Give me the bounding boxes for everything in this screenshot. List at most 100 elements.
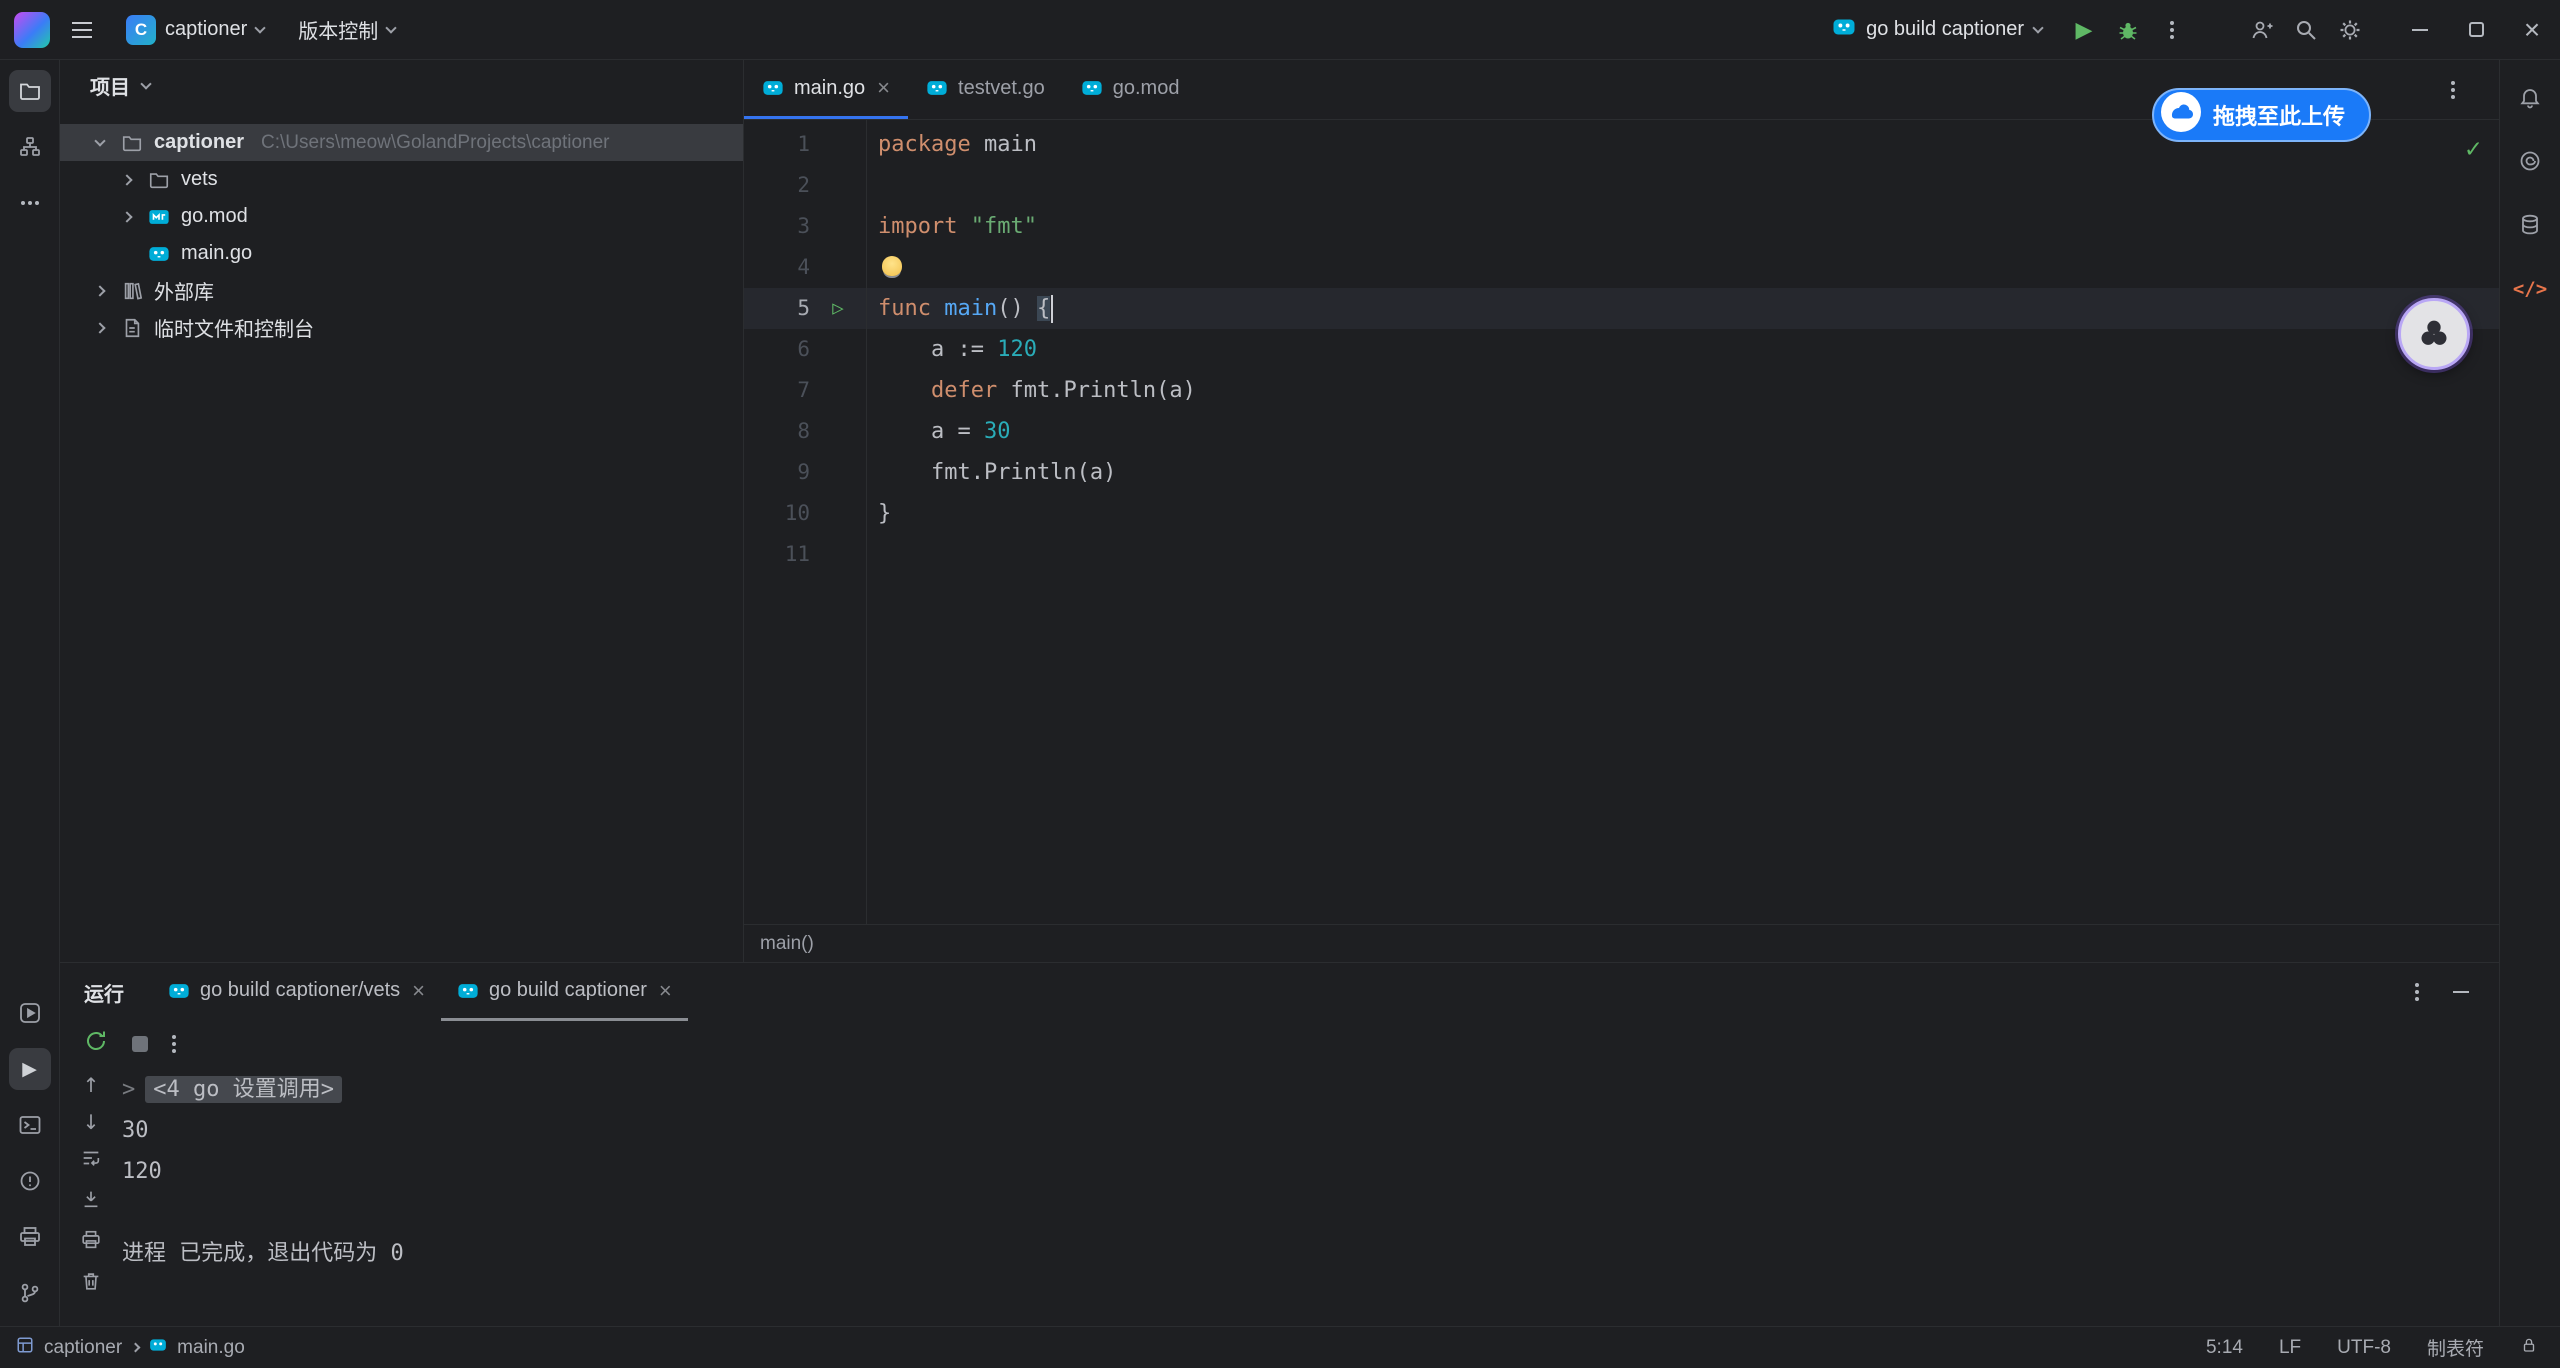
line-separator[interactable]: LF	[2279, 1337, 2301, 1359]
run-tab-go build captioner[interactable]: go build captioner×	[441, 963, 688, 1021]
maximize-button[interactable]	[2448, 2, 2504, 58]
tree-item-vets[interactable]: vets	[60, 161, 743, 198]
upload-drop-button[interactable]: 拖拽至此上传	[2152, 88, 2371, 142]
lock-icon[interactable]	[2520, 1336, 2538, 1360]
project-name: captioner	[165, 18, 247, 41]
statusbar-project[interactable]: captioner	[44, 1337, 122, 1359]
run-more-icon[interactable]	[172, 1042, 176, 1046]
floating-widget[interactable]	[2398, 298, 2470, 370]
project-panel-header[interactable]: 项目	[60, 60, 743, 110]
problems-icon	[18, 1169, 42, 1193]
chevron-right-icon[interactable]	[117, 176, 137, 184]
vcs-tool-button[interactable]	[9, 1272, 51, 1314]
vcs-menu[interactable]: 版本控制	[286, 9, 407, 50]
menu-icon[interactable]	[60, 10, 104, 50]
problems-tool-button[interactable]	[9, 1160, 51, 1202]
tree-item-main.go[interactable]: main.go	[60, 235, 743, 272]
close-icon: ×	[2524, 16, 2540, 44]
code-line[interactable]: 3import "fmt"	[744, 206, 2499, 247]
code-line[interactable]: 4	[744, 247, 2499, 288]
close-icon[interactable]: ×	[412, 978, 425, 1004]
close-icon[interactable]: ×	[659, 978, 672, 1004]
tree-item-临时文件和控制台[interactable]: 临时文件和控制台	[60, 309, 743, 346]
project-selector[interactable]: C captioner	[114, 9, 276, 51]
line-number: 3	[744, 206, 810, 247]
tree-item-go.mod[interactable]: go.mod	[60, 198, 743, 235]
code-line[interactable]: 10}	[744, 493, 2499, 534]
add-user-button[interactable]	[2240, 10, 2284, 50]
inspection-check-icon[interactable]: ✓	[2465, 134, 2481, 164]
structure-tool-button[interactable]	[9, 126, 51, 168]
tree-item-captioner[interactable]: captionerC:\Users\meow\GolandProjects\ca…	[60, 124, 743, 161]
notifications-button[interactable]	[2509, 76, 2551, 118]
trash-icon[interactable]	[80, 1270, 102, 1298]
run-options-icon[interactable]	[2415, 990, 2419, 994]
build-tool-button[interactable]	[9, 1216, 51, 1258]
close-button[interactable]: ×	[2504, 2, 2560, 58]
code-preview-button[interactable]: </>	[2509, 268, 2551, 310]
run-configuration-selector[interactable]: go build captioner	[1820, 9, 2054, 51]
file-encoding[interactable]: UTF-8	[2337, 1337, 2391, 1359]
chevron-down-icon[interactable]	[90, 137, 110, 148]
code-line[interactable]: 11	[744, 534, 2499, 575]
indent-style[interactable]: 制表符	[2427, 1334, 2484, 1361]
close-icon[interactable]: ×	[877, 75, 890, 101]
lightbulb-icon[interactable]	[882, 256, 902, 276]
project-tool-button[interactable]	[9, 70, 51, 112]
more-tools-button[interactable]	[9, 182, 51, 224]
tree-item-label: 外部库	[154, 276, 214, 305]
statusbar-file[interactable]: main.go	[177, 1337, 245, 1359]
gutter	[810, 493, 866, 534]
rerun-button[interactable]	[84, 1029, 108, 1059]
vcs-label: 版本控制	[298, 15, 378, 44]
run-gutter-icon[interactable]: ▷	[810, 288, 866, 329]
rerun-icon	[84, 1029, 108, 1053]
hide-panel-icon[interactable]	[2453, 991, 2469, 993]
arrow-down-icon[interactable]: ↓	[83, 1110, 100, 1134]
ai-assistant-button[interactable]	[2509, 140, 2551, 182]
code-line[interactable]: 9 fmt.Println(a)	[744, 452, 2499, 493]
code-line[interactable]: 6 a := 120	[744, 329, 2499, 370]
print-icon[interactable]	[80, 1229, 102, 1257]
run-tab-go build captioner/vets[interactable]: go build captioner/vets×	[152, 963, 441, 1021]
stop-button[interactable]	[132, 1036, 148, 1052]
gutter	[810, 165, 866, 206]
project-tree: captionerC:\Users\meow\GolandProjects\ca…	[60, 110, 743, 346]
go-icon	[168, 980, 190, 1002]
search-button[interactable]	[2284, 10, 2328, 50]
run-button[interactable]: ▶	[2062, 10, 2106, 50]
go-file-icon	[762, 77, 784, 99]
editor-tab-testvet.go[interactable]: testvet.go	[908, 60, 1063, 119]
chevron-right-icon[interactable]	[90, 287, 110, 295]
soft-wrap-icon[interactable]	[80, 1147, 102, 1175]
code-area[interactable]: 1package main23import "fmt"45▷func main(…	[744, 120, 2499, 924]
services-tool-button[interactable]	[9, 992, 51, 1034]
fold-arrow-icon[interactable]: >	[122, 1077, 135, 1102]
console-output[interactable]: ><4 go 设置调用>30120 进程 已完成，退出代码为 0	[122, 1067, 2499, 1326]
chevron-right-icon[interactable]	[117, 213, 137, 221]
more-actions-button[interactable]	[2150, 10, 2194, 50]
settings-button[interactable]	[2328, 10, 2372, 50]
scroll-to-end-icon[interactable]	[80, 1188, 102, 1216]
terminal-tool-button[interactable]	[9, 1104, 51, 1146]
caret-position[interactable]: 5:14	[2206, 1337, 2243, 1359]
debug-button[interactable]	[2106, 10, 2150, 50]
code-line[interactable]: 8 a = 30	[744, 411, 2499, 452]
editor-tab-go.mod[interactable]: go.mod	[1063, 60, 1198, 119]
run-tool-button[interactable]: ▶	[9, 1048, 51, 1090]
code-line[interactable]: 7 defer fmt.Println(a)	[744, 370, 2499, 411]
code-lines: 1package main23import "fmt"45▷func main(…	[744, 124, 2499, 575]
ai-assistant-icon	[2518, 149, 2542, 173]
editor: main.go×testvet.gogo.mod 1package main23…	[744, 60, 2499, 962]
code-line[interactable]: 2	[744, 165, 2499, 206]
minimize-button[interactable]	[2392, 2, 2448, 58]
editor-options-button[interactable]	[2431, 70, 2475, 110]
breadcrumb[interactable]: main()	[744, 924, 2499, 962]
code-line[interactable]: 5▷func main() {	[744, 288, 2499, 329]
folded-command-text[interactable]: <4 go 设置调用>	[145, 1076, 342, 1103]
database-button[interactable]	[2509, 204, 2551, 246]
editor-tab-main.go[interactable]: main.go×	[744, 60, 908, 119]
chevron-right-icon[interactable]	[90, 324, 110, 332]
tree-item-外部库[interactable]: 外部库	[60, 272, 743, 309]
arrow-up-icon[interactable]: ↑	[83, 1073, 100, 1097]
